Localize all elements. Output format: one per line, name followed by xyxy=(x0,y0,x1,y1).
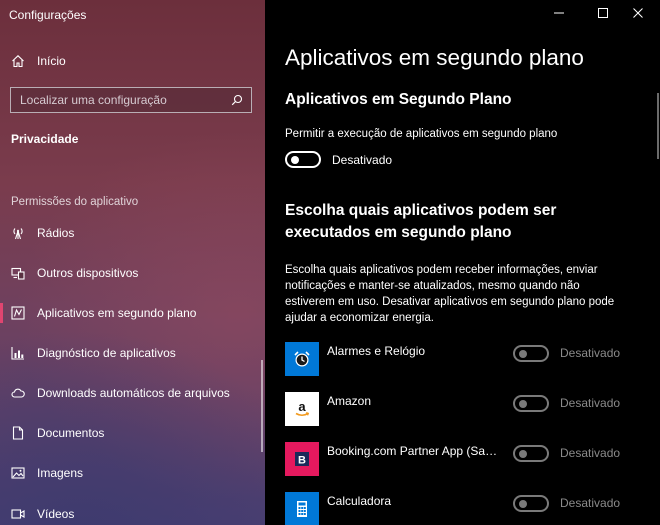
calculator-icon xyxy=(285,492,319,525)
sidebar-item-label: Diagnóstico de aplicativos xyxy=(37,346,176,360)
app-row-calculator: Calculadora Desativado xyxy=(285,492,645,525)
amazon-logo-icon: a xyxy=(285,392,319,426)
sidebar-item-background-apps[interactable]: Aplicativos em segundo plano xyxy=(0,295,265,331)
app-row-alarms: Alarmes e Relógio Desativado xyxy=(285,342,645,378)
minimize-button[interactable] xyxy=(537,0,581,28)
diagnostics-chart-icon xyxy=(11,346,25,360)
app-toggle-amazon[interactable] xyxy=(513,395,549,412)
sidebar-item-label: Documentos xyxy=(37,426,105,440)
sidebar-item-label: Aplicativos em segundo plano xyxy=(37,306,197,320)
background-apps-icon xyxy=(11,306,25,320)
video-icon xyxy=(11,507,25,521)
search-icon[interactable] xyxy=(227,90,247,110)
app-name: Booking.com Partner App (Samsung) xyxy=(327,444,505,458)
app-state-label: Desativado xyxy=(560,496,621,510)
sidebar-item-videos[interactable]: Vídeos xyxy=(0,496,265,525)
window-title: Configurações xyxy=(9,8,87,22)
app-state-label: Desativado xyxy=(560,346,621,360)
document-icon xyxy=(11,426,25,440)
minimize-icon xyxy=(554,5,564,23)
sidebar-item-app-diagnostics[interactable]: Diagnóstico de aplicativos xyxy=(0,335,265,371)
cloud-icon xyxy=(11,386,25,400)
app-name: Calculadora xyxy=(327,494,392,508)
sidebar-item-label: Downloads automáticos de arquivos xyxy=(37,386,230,400)
image-icon xyxy=(11,466,25,480)
sidebar-item-label: Imagens xyxy=(37,466,84,480)
sidebar-scrollbar[interactable] xyxy=(261,360,263,452)
group-header: Permissões do aplicativo xyxy=(11,196,139,208)
sidebar-item-label: Vídeos xyxy=(37,507,75,521)
close-icon xyxy=(633,5,643,23)
maximize-icon xyxy=(598,5,608,23)
sidebar-item-other-devices[interactable]: Outros dispositivos xyxy=(0,255,265,291)
toggle-knob xyxy=(519,400,527,408)
setting-label: Permitir a execução de aplicativos em se… xyxy=(285,128,558,140)
app-name: Amazon xyxy=(327,394,372,408)
section-title: Escolha quais aplicativos podem ser exec… xyxy=(285,202,557,241)
app-toggle-alarms[interactable] xyxy=(513,345,549,362)
toggle-knob xyxy=(519,450,527,458)
content-scrollbar[interactable] xyxy=(657,93,659,159)
sidebar-item-home[interactable]: Início xyxy=(0,43,265,79)
sidebar-item-auto-downloads[interactable]: Downloads automáticos de arquivos xyxy=(0,375,265,411)
search-box[interactable] xyxy=(10,87,252,113)
close-button[interactable] xyxy=(616,0,660,28)
sidebar-item-label: Rádios xyxy=(37,226,75,240)
devices-icon xyxy=(11,266,25,280)
sidebar-item-documents[interactable]: Documentos xyxy=(0,415,265,451)
radio-tower-icon xyxy=(11,226,25,240)
sidebar-item-radios[interactable]: Rádios xyxy=(0,215,265,251)
toggle-knob xyxy=(519,500,527,508)
section-description: Escolha quais aplicativos podem receber … xyxy=(285,264,615,324)
app-toggle-booking[interactable] xyxy=(513,445,549,462)
background-apps-master-toggle[interactable] xyxy=(285,151,321,168)
page-title: Aplicativos em segundo plano xyxy=(285,45,584,70)
home-icon xyxy=(11,54,25,68)
app-state-label: Desativado xyxy=(560,396,621,410)
app-row-booking: B Booking.com Partner App (Samsung) Desa… xyxy=(285,442,645,478)
settings-sidebar: Configurações Início Privacidade Permiss… xyxy=(0,0,265,525)
app-state-label: Desativado xyxy=(560,446,621,460)
toggle-knob xyxy=(519,350,527,358)
sidebar-item-images[interactable]: Imagens xyxy=(0,455,265,491)
svg-text:a: a xyxy=(298,399,306,414)
svg-text:B: B xyxy=(298,455,306,467)
toggle-state-label: Desativado xyxy=(332,153,393,167)
settings-content: Aplicativos em segundo plano Aplicativos… xyxy=(265,0,660,525)
alarm-clock-icon xyxy=(285,342,319,376)
app-toggle-calculator[interactable] xyxy=(513,495,549,512)
app-row-amazon: a Amazon Desativado xyxy=(285,392,645,428)
booking-b-icon: B xyxy=(285,442,319,476)
search-input[interactable] xyxy=(11,93,227,107)
section-title: Aplicativos em Segundo Plano xyxy=(285,91,512,108)
sidebar-item-label: Início xyxy=(37,54,66,68)
sidebar-item-label: Outros dispositivos xyxy=(37,266,139,280)
toggle-knob xyxy=(291,156,299,164)
section-title: Privacidade xyxy=(11,132,79,146)
app-name: Alarmes e Relógio xyxy=(327,344,426,358)
